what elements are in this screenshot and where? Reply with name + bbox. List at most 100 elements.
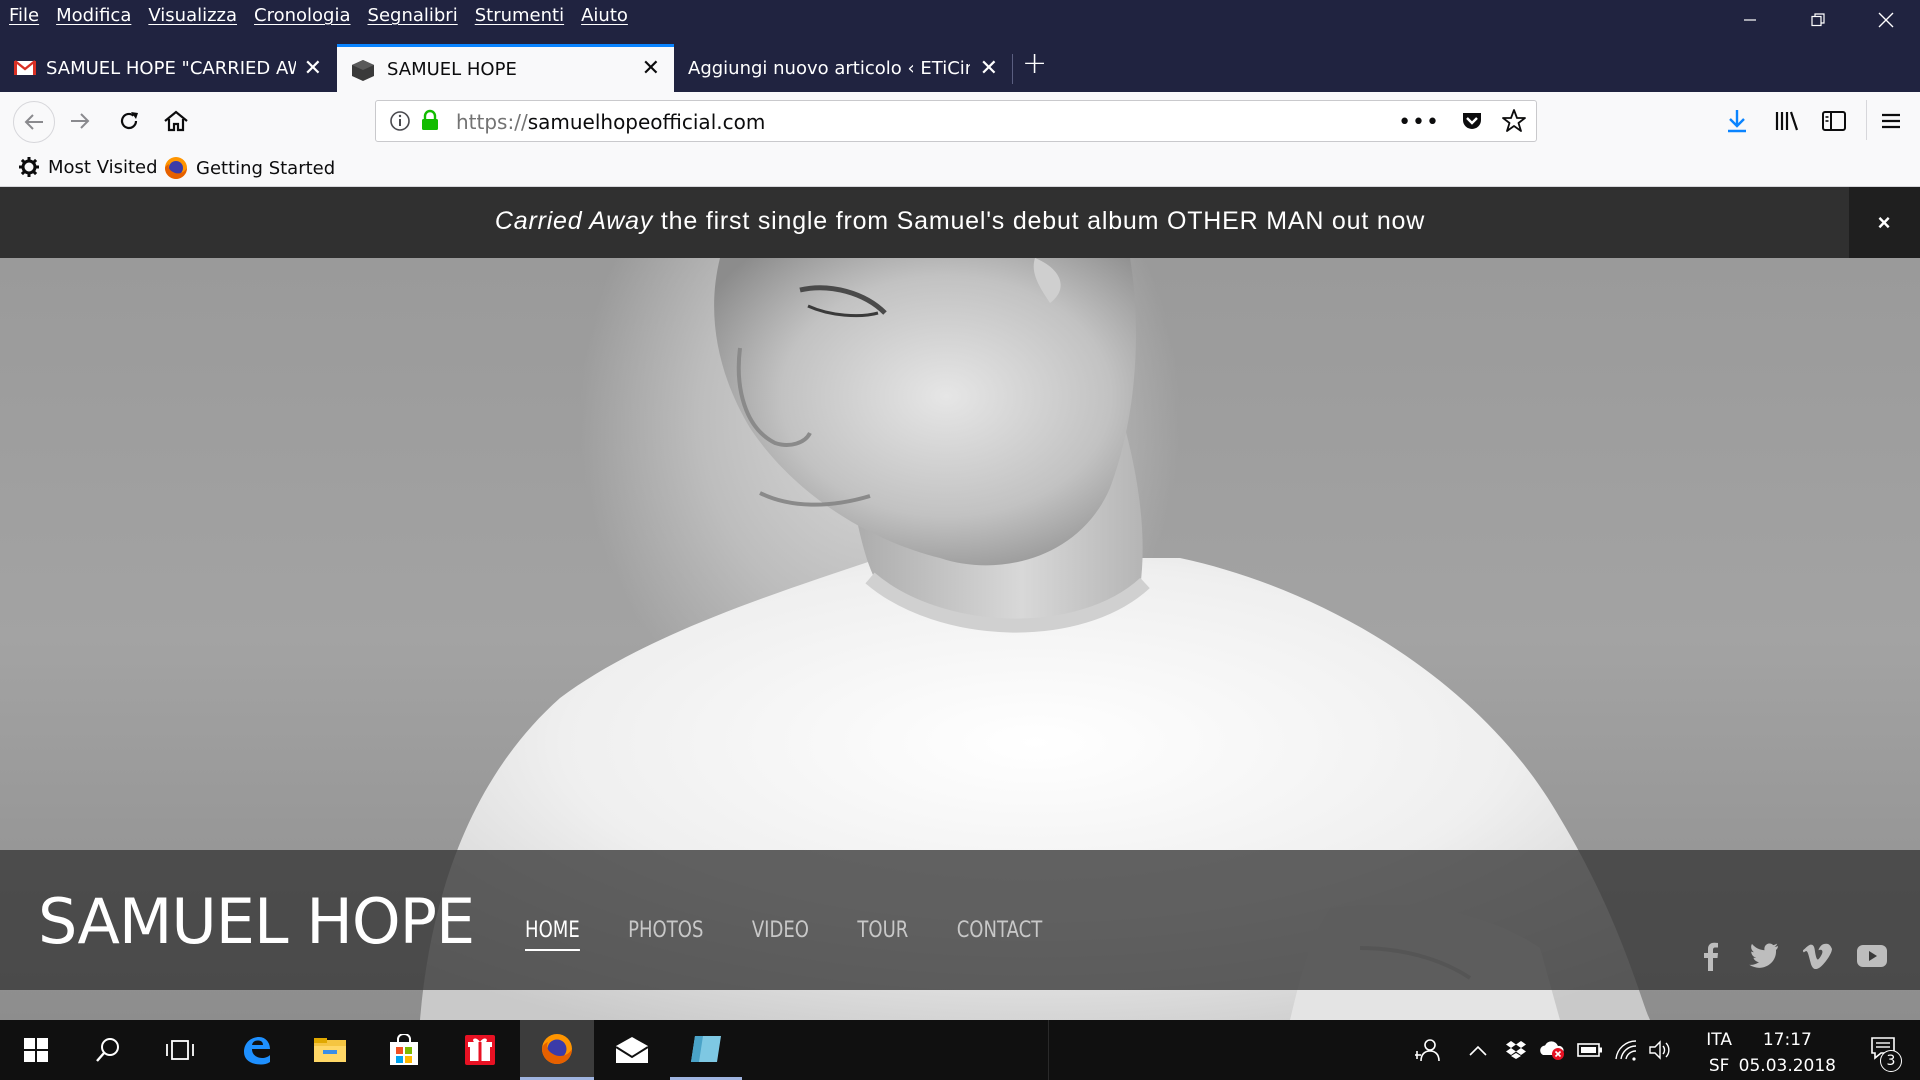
home-icon	[164, 110, 188, 132]
vimeo-link[interactable]	[1800, 938, 1836, 974]
show-hidden-icons-button[interactable]	[1464, 1020, 1492, 1080]
clock-date: 05.03.2018	[1738, 1056, 1836, 1076]
taskbar-divider	[1048, 1020, 1049, 1080]
more-dots-icon: •••	[1398, 110, 1440, 135]
back-button[interactable]	[13, 101, 55, 143]
menu-file[interactable]: File	[9, 5, 39, 26]
menu-aiuto[interactable]: Aiuto	[581, 5, 628, 26]
start-button[interactable]	[0, 1020, 72, 1080]
dropbox-tray-icon[interactable]	[1502, 1020, 1530, 1080]
reload-button[interactable]	[112, 104, 146, 138]
firefox-taskbar-button[interactable]	[520, 1020, 594, 1080]
tab-samuel-hope[interactable]: SAMUEL HOPE ✕	[337, 44, 674, 92]
notes-app-button[interactable]	[670, 1020, 742, 1080]
forward-button[interactable]	[63, 104, 97, 138]
restore-icon	[1811, 13, 1825, 27]
nav-home[interactable]: HOME	[525, 918, 580, 951]
task-view-button[interactable]	[144, 1020, 216, 1080]
system-clock[interactable]: 17:17 05.03.2018	[1739, 1027, 1836, 1079]
close-tab-icon[interactable]: ✕	[980, 56, 998, 81]
menu-strumenti[interactable]: Strumenti	[475, 5, 564, 26]
menu-visualizza[interactable]: Visualizza	[148, 5, 237, 26]
onedrive-tray-icon[interactable]	[1536, 1020, 1568, 1080]
menu-modifica[interactable]: Modifica	[56, 5, 131, 26]
tab-gmail[interactable]: SAMUEL HOPE "CARRIED AWAY ✕	[0, 44, 336, 92]
menu-list: File Modifica Visualizza Cronologia Segn…	[9, 5, 645, 26]
volume-tray-icon[interactable]	[1644, 1020, 1676, 1080]
url-protocol: https://	[456, 110, 528, 134]
new-tab-button[interactable]: +	[1022, 46, 1047, 81]
info-icon[interactable]	[389, 110, 411, 132]
youtube-link[interactable]	[1854, 938, 1890, 974]
site-header: SAMUEL HOPE HOME PHOTOS VIDEO TOUR CONTA…	[0, 850, 1920, 990]
pocket-icon[interactable]	[1460, 109, 1484, 133]
home-button[interactable]	[159, 104, 193, 138]
tab-title: Aggiungi nuovo articolo ‹ ETiCinfor	[688, 57, 970, 79]
bookmarks-toolbar: Most Visited Getting Started	[0, 148, 1920, 187]
wifi-icon	[1615, 1040, 1637, 1061]
library-button[interactable]	[1770, 104, 1804, 138]
tab-aggiungi-articolo[interactable]: Aggiungi nuovo articolo ‹ ETiCinfor ✕	[674, 44, 1012, 92]
nav-tour[interactable]: TOUR	[857, 918, 908, 951]
facebook-link[interactable]	[1692, 938, 1728, 974]
url-bar[interactable]: https://samuelhopeofficial.com •••	[375, 100, 1537, 142]
social-links	[1692, 938, 1890, 974]
twitter-link[interactable]	[1746, 938, 1782, 974]
close-tab-icon[interactable]: ✕	[642, 56, 660, 81]
cube-icon	[352, 59, 374, 81]
search-icon	[96, 1038, 119, 1062]
nav-contact[interactable]: CONTACT	[957, 918, 1043, 951]
mail-button[interactable]	[596, 1020, 668, 1080]
banner-close-button[interactable]: ×	[1849, 187, 1920, 258]
announcement-banner: Carried Away the first single from Samue…	[0, 187, 1920, 258]
twitter-icon	[1749, 943, 1778, 968]
people-button[interactable]	[1410, 1020, 1446, 1080]
bookmark-getting-started[interactable]: Getting Started	[164, 156, 335, 180]
menu-segnalibri[interactable]: Segnalibri	[368, 5, 458, 26]
close-tab-icon[interactable]: ✕	[304, 56, 322, 81]
banner-text: Carried Away the first single from Samue…	[0, 207, 1920, 236]
menu-bar: File Modifica Visualizza Cronologia Segn…	[0, 0, 1920, 34]
dropbox-icon	[1506, 1041, 1526, 1059]
site-nav: HOME PHOTOS VIDEO TOUR CONTACT	[525, 918, 1091, 951]
download-icon	[1728, 110, 1746, 133]
gift-icon	[465, 1035, 495, 1065]
store-button[interactable]	[368, 1020, 440, 1080]
firefox-icon	[165, 157, 187, 179]
notepad-icon	[691, 1035, 721, 1062]
page-actions-button[interactable]: •••	[1398, 110, 1440, 135]
search-button[interactable]	[72, 1020, 144, 1080]
nav-video[interactable]: VIDEO	[752, 918, 809, 951]
clock-time: 17:17	[1762, 1030, 1812, 1050]
banner-single-title: Carried Away	[494, 207, 654, 235]
url-text[interactable]: https://samuelhopeofficial.com	[456, 110, 765, 134]
site-logo[interactable]: SAMUEL HOPE	[38, 885, 475, 958]
open-menu-button[interactable]	[1874, 104, 1908, 138]
people-icon	[1415, 1039, 1440, 1062]
windows-taskbar: ITA SF 17:17 05.03.2018 3	[0, 1020, 1920, 1080]
tab-title: SAMUEL HOPE "CARRIED AWAY	[46, 57, 296, 79]
star-icon[interactable]	[1501, 108, 1527, 134]
edge-button[interactable]	[220, 1020, 292, 1080]
hamburger-menu-icon	[1882, 113, 1900, 129]
cloud-error-icon	[1540, 1041, 1564, 1060]
menu-cronologia[interactable]: Cronologia	[254, 5, 350, 26]
downloads-button[interactable]	[1720, 104, 1754, 138]
bookmark-label: Getting Started	[196, 157, 336, 179]
battery-tray-icon[interactable]	[1574, 1020, 1606, 1080]
navigation-toolbar: https://samuelhopeofficial.com •••	[0, 92, 1920, 148]
lock-icon[interactable]	[420, 109, 440, 131]
mail-icon	[615, 1037, 649, 1063]
nav-photos[interactable]: PHOTOS	[628, 918, 703, 951]
file-explorer-button[interactable]	[294, 1020, 366, 1080]
sidebar-button[interactable]	[1817, 104, 1851, 138]
gift-app-button[interactable]	[444, 1020, 516, 1080]
input-language-indicator[interactable]: ITA SF	[1706, 1027, 1732, 1079]
network-tray-icon[interactable]	[1610, 1020, 1642, 1080]
language-code: ITA	[1706, 1030, 1732, 1050]
bookmark-most-visited[interactable]: Most Visited	[18, 156, 158, 178]
speaker-icon	[1649, 1040, 1670, 1060]
action-center-button[interactable]: 3	[1858, 1020, 1912, 1080]
back-arrow-icon	[24, 114, 43, 130]
task-view-icon	[166, 1040, 194, 1060]
